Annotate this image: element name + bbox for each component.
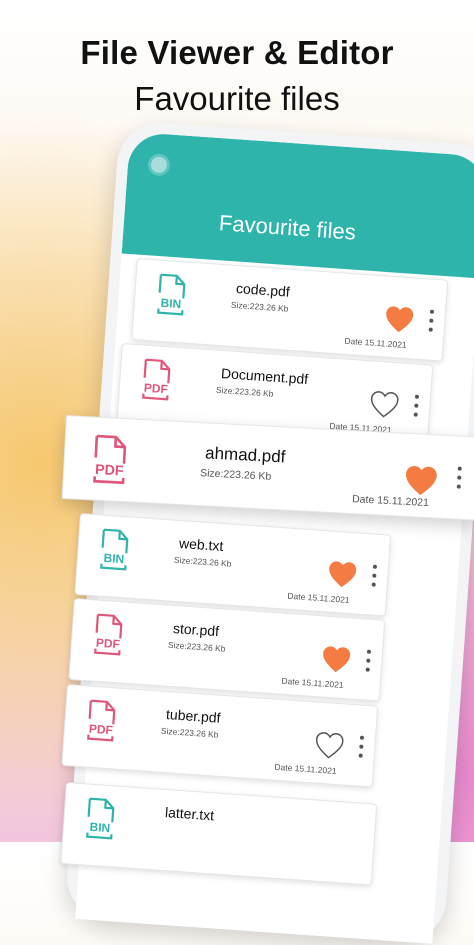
heart-filled-icon[interactable]: [326, 559, 358, 589]
file-size: Size:223.26 Kb: [167, 639, 226, 654]
svg-text:PDF: PDF: [88, 722, 113, 738]
app-title: Favourite files: [218, 210, 357, 245]
promo-subline: Favourite files: [134, 80, 340, 117]
file-date: Date 15.11.2021: [287, 590, 350, 606]
heart-filled-icon[interactable]: [320, 644, 352, 674]
heart-filled-icon[interactable]: [403, 464, 439, 498]
file-name: latter.txt: [164, 804, 215, 824]
bin-file-icon: BIN: [81, 796, 118, 840]
file-size: Size:223.26 Kb: [230, 299, 289, 314]
heart-filled-icon[interactable]: [383, 304, 415, 334]
svg-text:PDF: PDF: [95, 462, 125, 479]
heart-outline-icon[interactable]: [368, 389, 400, 419]
pdf-file-icon: PDF: [89, 612, 126, 656]
more-options-icon[interactable]: [413, 394, 421, 417]
pdf-file-icon: PDF: [85, 433, 132, 485]
file-size: Size:223.26 Kb: [160, 725, 219, 740]
file-size: Size:223.26 Kb: [199, 467, 272, 483]
more-options-icon[interactable]: [358, 735, 366, 758]
file-name: web.txt: [178, 535, 224, 555]
more-options-icon[interactable]: [371, 564, 379, 587]
file-name: tuber.pdf: [165, 706, 222, 726]
file-name: code.pdf: [235, 280, 291, 300]
svg-text:PDF: PDF: [95, 636, 120, 652]
svg-text:PDF: PDF: [143, 381, 168, 397]
file-name: Document.pdf: [220, 365, 309, 388]
heart-outline-icon[interactable]: [313, 730, 345, 760]
svg-text:BIN: BIN: [103, 551, 125, 566]
app-bar: Favourite files: [121, 131, 474, 279]
camera-icon: [147, 153, 171, 177]
file-size: Size:223.26 Kb: [173, 554, 232, 569]
more-options-icon[interactable]: [456, 466, 463, 489]
file-date: Date 15.11.2021: [344, 335, 407, 351]
bin-file-icon: BIN: [95, 527, 132, 571]
file-name: stor.pdf: [172, 620, 220, 640]
more-options-icon[interactable]: [365, 649, 373, 672]
promo-headline: File Viewer & Editor: [80, 34, 394, 71]
file-date: Date 15.11.2021: [281, 675, 344, 691]
bin-file-icon: BIN: [152, 272, 189, 316]
more-options-icon[interactable]: [428, 309, 436, 332]
pdf-file-icon: PDF: [137, 357, 174, 401]
file-name: ahmad.pdf: [204, 443, 286, 467]
pdf-file-icon: PDF: [82, 698, 119, 742]
svg-text:BIN: BIN: [89, 820, 111, 835]
svg-text:BIN: BIN: [160, 296, 182, 311]
file-date: Date 15.11.2021: [274, 761, 337, 777]
file-size: Size:223.26 Kb: [215, 384, 274, 399]
